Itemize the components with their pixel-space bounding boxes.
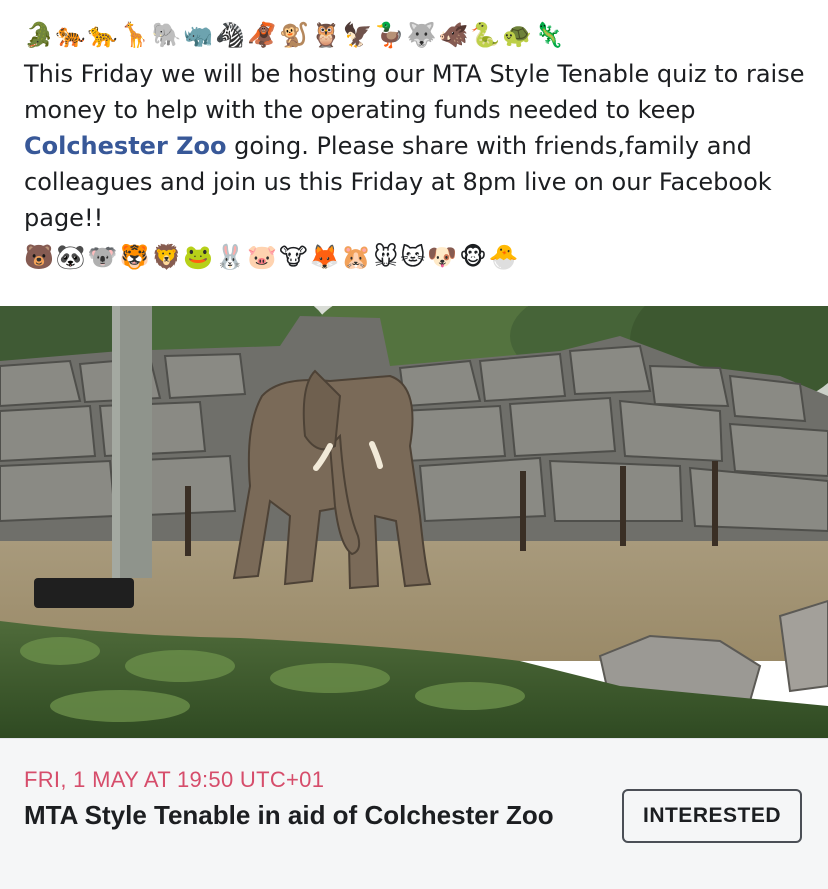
colchester-zoo-link[interactable]: Colchester Zoo [24, 132, 227, 160]
post-text: 🐊🐅🐆🦒🐘🦏🦓🦧🐒🦉🦅🦆🐺🐗🐍🐢🦎 This Friday we will be… [24, 18, 814, 278]
post-message-start: This Friday we will be hosting our MTA S… [24, 60, 805, 124]
interested-button[interactable]: INTERESTED [622, 789, 802, 843]
animal-emoji-row-top: 🐊🐅🐆🦒🐘🦏🦓🦧🐒🦉🦅🦆🐺🐗🐍🐢🦎 [24, 21, 567, 49]
event-card[interactable]: FRI, 1 MAY AT 19:50 UTC+01 MTA Style Ten… [0, 738, 828, 889]
event-cover-photo[interactable] [0, 306, 828, 738]
event-title[interactable]: MTA Style Tenable in aid of Colchester Z… [24, 799, 584, 831]
post-message: This Friday we will be hosting our MTA S… [24, 56, 814, 236]
event-date: FRI, 1 MAY AT 19:50 UTC+01 [24, 767, 325, 792]
elephant-photo-illustration [0, 306, 828, 738]
animal-emoji-row-bottom: 🐻🐼🐨🐯🦁🐸🐰🐷🐮🦊🐹🐭🐱🐶🐵🐣 [24, 243, 521, 271]
